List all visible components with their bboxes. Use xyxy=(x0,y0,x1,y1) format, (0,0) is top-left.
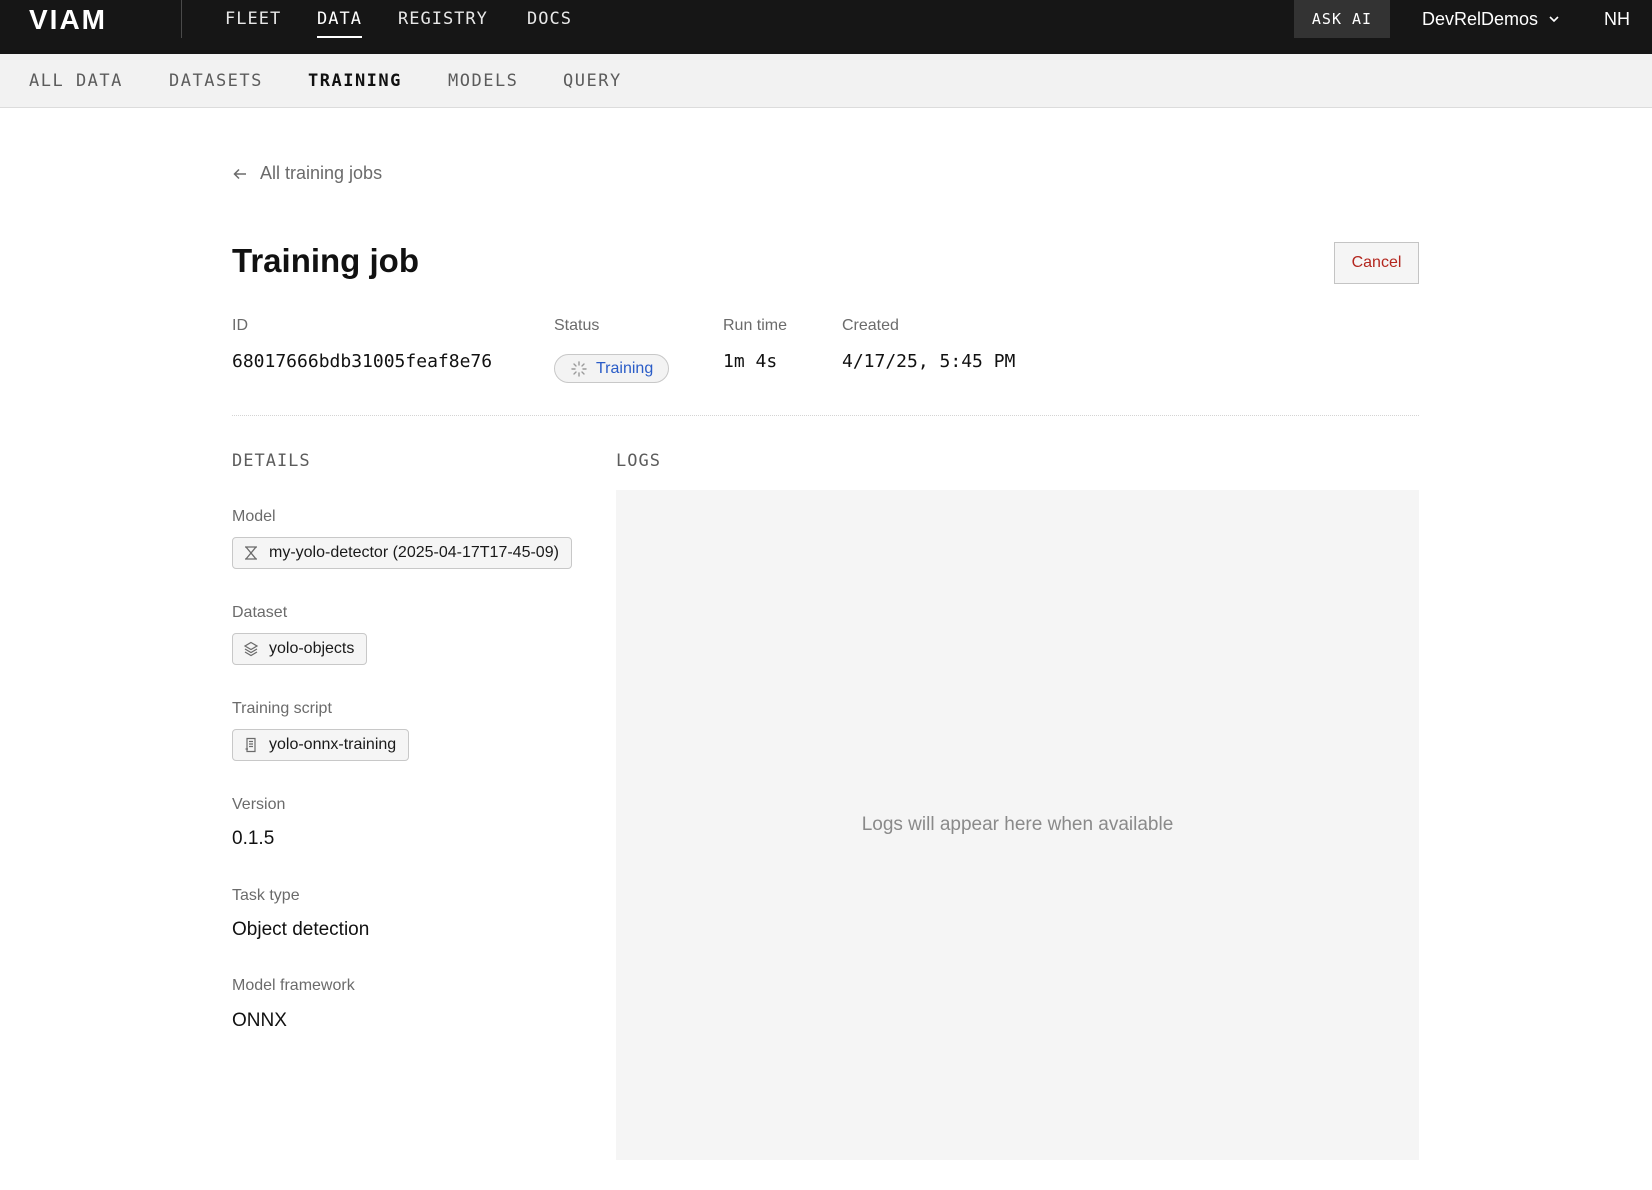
model-label: Model xyxy=(232,508,276,525)
topnav-data[interactable]: DATA xyxy=(317,0,362,38)
job-id-value: 68017666bdb31005feaf8e76 xyxy=(232,351,493,372)
subtab-training[interactable]: TRAINING xyxy=(308,54,402,108)
user-avatar[interactable]: NH xyxy=(1604,0,1630,38)
spinner-icon xyxy=(571,360,587,377)
logs-heading: LOGS xyxy=(616,451,661,471)
chevron-down-icon xyxy=(1549,16,1559,23)
topnav-docs[interactable]: DOCS xyxy=(527,0,572,38)
logs-panel[interactable]: Logs will appear here when available xyxy=(616,490,1419,1160)
training-script-chip[interactable]: yolo-onnx-training xyxy=(232,729,410,761)
ask-ai-button[interactable]: ASK AI xyxy=(1294,0,1390,38)
model-chip[interactable]: my-yolo-detector (2025-04-17T17-45-09) xyxy=(232,537,572,569)
top-navigation-bar: VIAM FLEET DATA REGISTRY DOCS ASK AI Dev… xyxy=(0,0,1652,54)
subtab-datasets[interactable]: DATASETS xyxy=(169,54,263,108)
status-value: Training xyxy=(596,359,654,377)
dataset-label: Dataset xyxy=(232,604,288,621)
layers-icon xyxy=(243,641,259,657)
back-link-label: All training jobs xyxy=(260,163,383,183)
created-label: Created xyxy=(842,317,899,334)
training-script-label: Training script xyxy=(232,700,332,717)
id-label: ID xyxy=(232,317,248,334)
script-icon xyxy=(245,737,256,753)
data-subnav: ALL DATA DATASETS TRAINING MODELS QUERY xyxy=(0,54,1652,108)
version-value: 0.1.5 xyxy=(232,828,275,849)
task-type-value: Object detection xyxy=(232,919,370,940)
task-type-label: Task type xyxy=(232,887,300,904)
subtab-all-data[interactable]: ALL DATA xyxy=(29,54,123,108)
status-label: Status xyxy=(554,317,600,334)
subtab-query[interactable]: QUERY xyxy=(563,54,622,108)
org-switcher[interactable]: DevRelDemos xyxy=(1422,0,1560,38)
viam-logo[interactable]: VIAM xyxy=(29,4,107,35)
dataset-value: yolo-objects xyxy=(269,640,355,657)
status-badge: Training xyxy=(554,354,669,383)
dataset-chip[interactable]: yolo-objects xyxy=(232,633,368,665)
topnav-registry[interactable]: REGISTRY xyxy=(398,0,488,38)
nav-divider xyxy=(181,0,182,38)
logs-empty-message: Logs will appear here when available xyxy=(861,814,1174,835)
cancel-button[interactable]: Cancel xyxy=(1334,242,1419,284)
version-label: Version xyxy=(232,796,286,813)
section-divider xyxy=(232,415,1419,416)
training-script-value: yolo-onnx-training xyxy=(269,736,397,753)
created-value: 4/17/25, 5:45 PM xyxy=(842,351,1016,372)
subtab-models[interactable]: MODELS xyxy=(448,54,518,108)
model-icon xyxy=(245,546,257,560)
runtime-value: 1m 4s xyxy=(723,351,778,372)
page-title: Training job xyxy=(232,242,419,279)
model-framework-value: ONNX xyxy=(232,1010,287,1031)
arrow-left-icon xyxy=(233,168,246,179)
details-heading: DETAILS xyxy=(232,451,311,471)
runtime-label: Run time xyxy=(723,317,788,334)
logo-text: VIAM xyxy=(29,4,107,35)
back-to-training-jobs-link[interactable]: All training jobs xyxy=(232,163,382,184)
model-framework-label: Model framework xyxy=(232,977,355,994)
topnav-fleet[interactable]: FLEET xyxy=(225,0,281,38)
model-value: my-yolo-detector (2025-04-17T17-45-09) xyxy=(269,544,559,561)
org-name: DevRelDemos xyxy=(1422,8,1539,29)
